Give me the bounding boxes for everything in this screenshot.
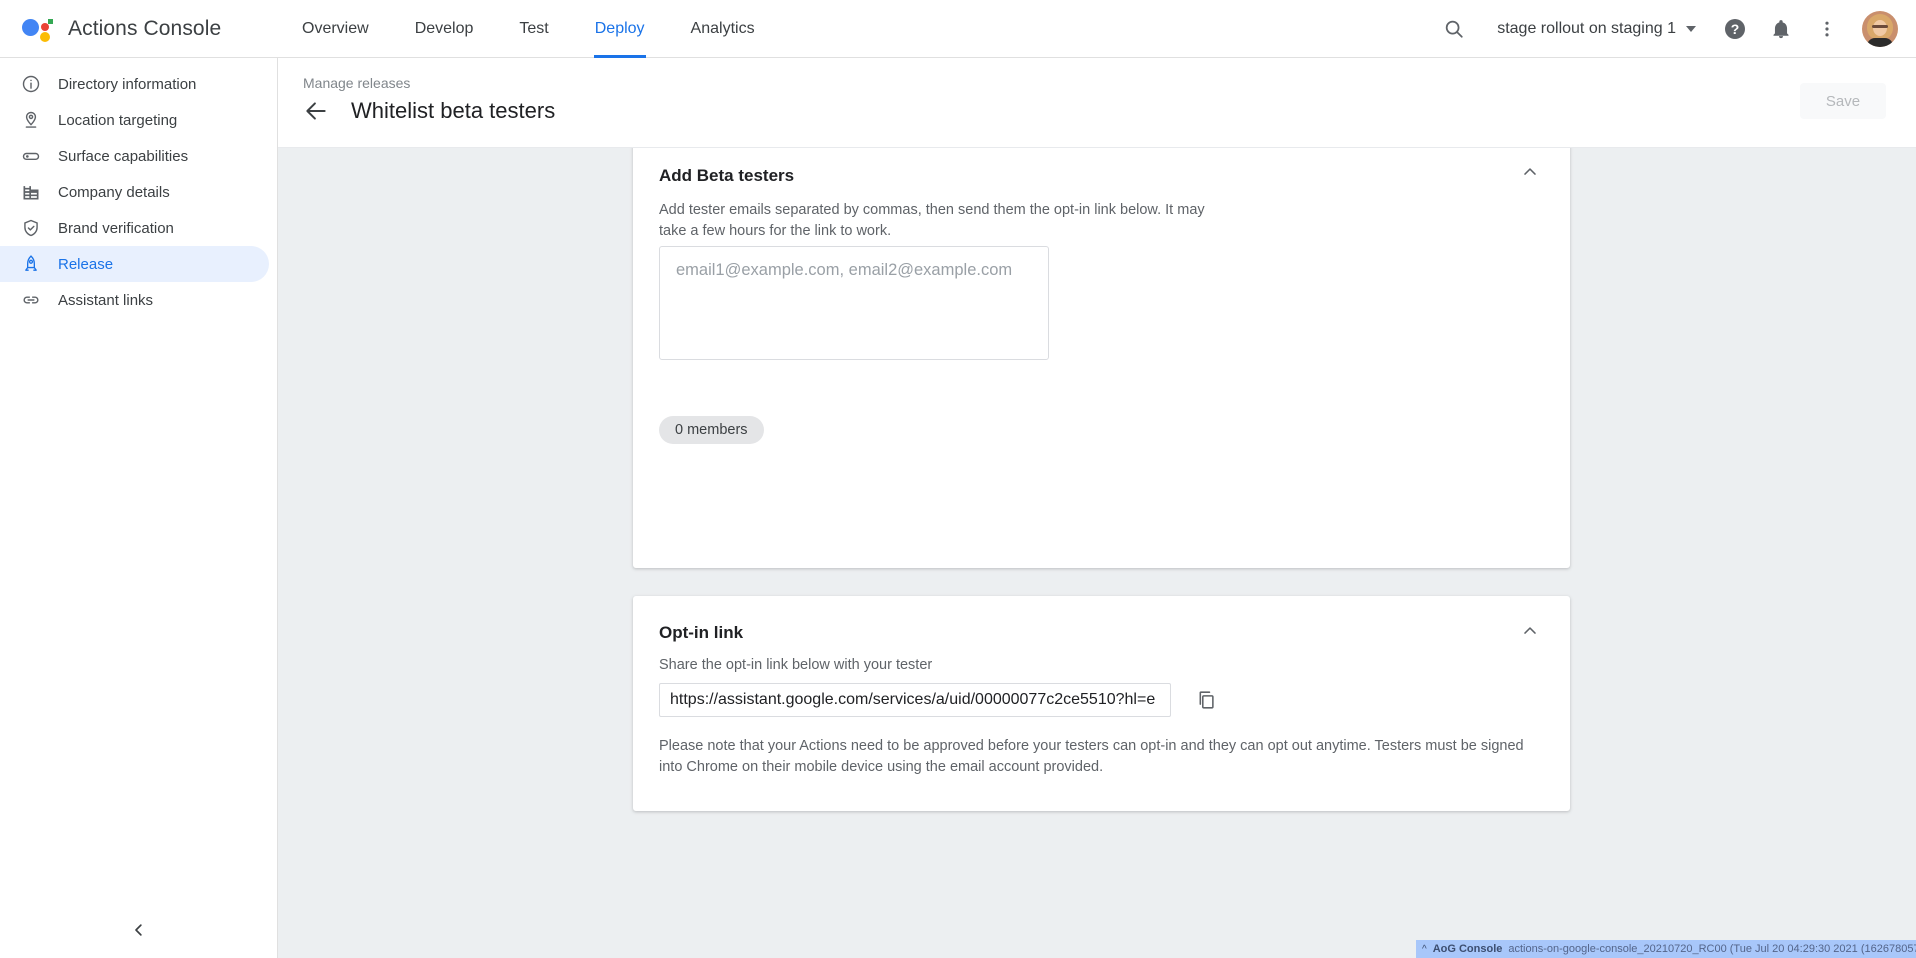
- sidebar-collapse-button[interactable]: [0, 906, 278, 958]
- bell-icon[interactable]: [1760, 8, 1802, 50]
- card-title: Opt-in link: [659, 623, 743, 643]
- svg-text:?: ?: [1731, 21, 1740, 37]
- sidebar-item-label: Surface capabilities: [58, 148, 188, 165]
- status-bar-app-name: AoG Console: [1433, 943, 1503, 955]
- card-title: Add Beta testers: [659, 166, 794, 186]
- top-app-bar: Actions Console Overview Develop Test De…: [0, 0, 1916, 58]
- members-count-chip-wrap: 0 members: [659, 416, 764, 444]
- help-icon[interactable]: ?: [1714, 8, 1756, 50]
- sidebar-item-release[interactable]: Release: [0, 246, 269, 282]
- main-content: Add Beta testers Add tester emails separ…: [278, 148, 1916, 958]
- card-optin-link: Opt-in link Share the opt-in link below …: [633, 596, 1570, 811]
- card-description: Add tester emails separated by commas, t…: [659, 200, 1219, 242]
- copy-icon[interactable]: [1189, 683, 1223, 717]
- chevron-up-icon[interactable]: [1520, 621, 1540, 646]
- chevron-left-icon: [130, 921, 148, 944]
- top-bar-actions: stage rollout on staging 1 ?: [1433, 8, 1916, 50]
- user-avatar[interactable]: [1862, 11, 1898, 47]
- google-assistant-logo-icon: [20, 14, 54, 44]
- chevron-up-small-icon[interactable]: ^: [1422, 944, 1427, 955]
- chevron-down-icon: [1686, 26, 1696, 32]
- tab-test[interactable]: Test: [496, 0, 571, 58]
- rocket-icon: [20, 253, 42, 275]
- sidebar-list: Directory information Location targeting…: [0, 58, 277, 318]
- build-status-bar: ^ AoG Console actions-on-google-console_…: [1416, 940, 1916, 958]
- sidebar-item-label: Directory information: [58, 76, 196, 93]
- sidebar-item-label: Company details: [58, 184, 170, 201]
- optin-link-input[interactable]: [659, 683, 1171, 717]
- tab-deploy[interactable]: Deploy: [572, 0, 668, 58]
- page-title-row: Whitelist beta testers: [303, 98, 555, 124]
- sidebar-item-label: Release: [58, 256, 113, 273]
- shield-check-icon: [20, 217, 42, 239]
- project-name: stage rollout on staging 1: [1497, 20, 1676, 38]
- page-title: Whitelist beta testers: [351, 98, 555, 124]
- more-vertical-icon[interactable]: [1806, 8, 1848, 50]
- tab-analytics[interactable]: Analytics: [668, 0, 778, 58]
- sidebar-item-label: Assistant links: [58, 292, 153, 309]
- info-icon: [20, 73, 42, 95]
- sidebar-item-directory-information[interactable]: Directory information: [0, 66, 269, 102]
- card-add-beta-testers: Add Beta testers Add tester emails separ…: [633, 148, 1570, 568]
- brand-area: Actions Console: [0, 14, 255, 44]
- capsule-icon: [20, 145, 42, 167]
- status-bar-build-info: actions-on-google-console_20210720_RC00 …: [1508, 943, 1916, 955]
- arrow-left-icon[interactable]: [303, 98, 329, 124]
- building-icon: [20, 181, 42, 203]
- sidebar-item-assistant-links[interactable]: Assistant links: [0, 282, 269, 318]
- tab-overview[interactable]: Overview: [279, 0, 392, 58]
- sidebar-item-brand-verification[interactable]: Brand verification: [0, 210, 269, 246]
- app-title: Actions Console: [68, 17, 221, 41]
- search-icon[interactable]: [1433, 8, 1475, 50]
- link-icon: [20, 289, 42, 311]
- sidebar-item-surface-capabilities[interactable]: Surface capabilities: [0, 138, 269, 174]
- sidebar-item-company-details[interactable]: Company details: [0, 174, 269, 210]
- beta-testers-email-input[interactable]: [659, 246, 1049, 360]
- primary-tabs: Overview Develop Test Deploy Analytics: [279, 0, 778, 58]
- content-header: Manage releases Whitelist beta testers S…: [278, 58, 1916, 148]
- chevron-up-icon[interactable]: [1520, 162, 1540, 187]
- breadcrumb[interactable]: Manage releases: [303, 75, 410, 91]
- members-count-chip: 0 members: [659, 416, 764, 444]
- sidebar-item-location-targeting[interactable]: Location targeting: [0, 102, 269, 138]
- location-pin-icon: [20, 109, 42, 131]
- optin-link-row: [659, 683, 1223, 717]
- sidebar-nav: Directory information Location targeting…: [0, 58, 278, 958]
- tab-develop[interactable]: Develop: [392, 0, 497, 58]
- project-selector[interactable]: stage rollout on staging 1: [1479, 20, 1710, 38]
- card-description: Share the opt-in link below with your te…: [659, 655, 932, 676]
- sidebar-item-label: Location targeting: [58, 112, 177, 129]
- optin-link-note: Please note that your Actions need to be…: [659, 736, 1529, 778]
- save-button[interactable]: Save: [1800, 83, 1886, 119]
- sidebar-item-label: Brand verification: [58, 220, 174, 237]
